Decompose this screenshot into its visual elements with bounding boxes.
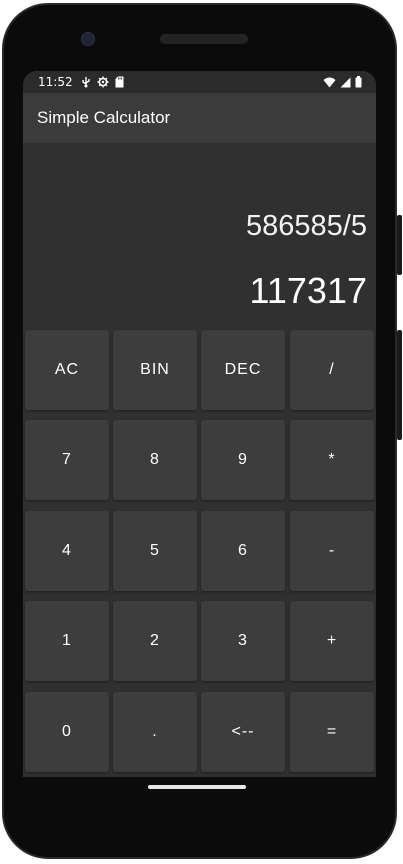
digit-6-button[interactable]: 6 [201, 511, 285, 591]
sd-card-icon [115, 76, 124, 88]
digit-4-button[interactable]: 4 [25, 511, 109, 591]
digit-8-button[interactable]: 8 [113, 420, 197, 500]
digit-0-button[interactable]: 0 [25, 692, 109, 772]
status-bar: 11:52 [23, 71, 376, 93]
digit-7-button[interactable]: 7 [25, 420, 109, 500]
status-icons-right [323, 76, 362, 88]
digit-3-button[interactable]: 3 [201, 601, 285, 681]
decimal-mode-button[interactable]: DEC [201, 330, 285, 410]
calculator-display: 586585/5 117317 [23, 143, 376, 328]
battery-icon [355, 76, 362, 88]
device-screen: 11:52 Simple Calculator 586585/5 117317 … [23, 71, 376, 777]
earpiece-speaker [160, 34, 248, 44]
digit-1-button[interactable]: 1 [25, 601, 109, 681]
status-icons-left [81, 76, 124, 88]
multiply-button[interactable]: * [290, 420, 374, 500]
subtract-button[interactable]: - [290, 511, 374, 591]
equals-button[interactable]: = [290, 692, 374, 772]
home-gesture-bar[interactable] [148, 785, 246, 789]
power-button [397, 215, 402, 275]
digit-5-button[interactable]: 5 [113, 511, 197, 591]
volume-button [397, 330, 402, 440]
binary-button[interactable]: BIN [113, 330, 197, 410]
front-camera [81, 32, 95, 46]
expression-text: 586585/5 [246, 210, 367, 242]
settings-icon [97, 76, 109, 88]
signal-icon [340, 77, 351, 87]
result-text: 117317 [249, 270, 367, 311]
usb-debug-icon [82, 77, 90, 88]
divide-button[interactable]: / [290, 330, 374, 410]
keypad: AC BIN DEC / 7 8 9 * 4 5 6 - 1 2 3 + 0 .… [23, 328, 376, 777]
digit-2-button[interactable]: 2 [113, 601, 197, 681]
add-button[interactable]: + [290, 601, 374, 681]
app-bar: Simple Calculator [23, 93, 376, 143]
app-title: Simple Calculator [37, 108, 171, 127]
status-time: 11:52 [38, 75, 73, 89]
digit-9-button[interactable]: 9 [201, 420, 285, 500]
clear-button[interactable]: AC [25, 330, 109, 410]
wifi-icon [323, 77, 336, 87]
backspace-button[interactable]: <-- [201, 692, 285, 772]
decimal-point-button[interactable]: . [113, 692, 197, 772]
